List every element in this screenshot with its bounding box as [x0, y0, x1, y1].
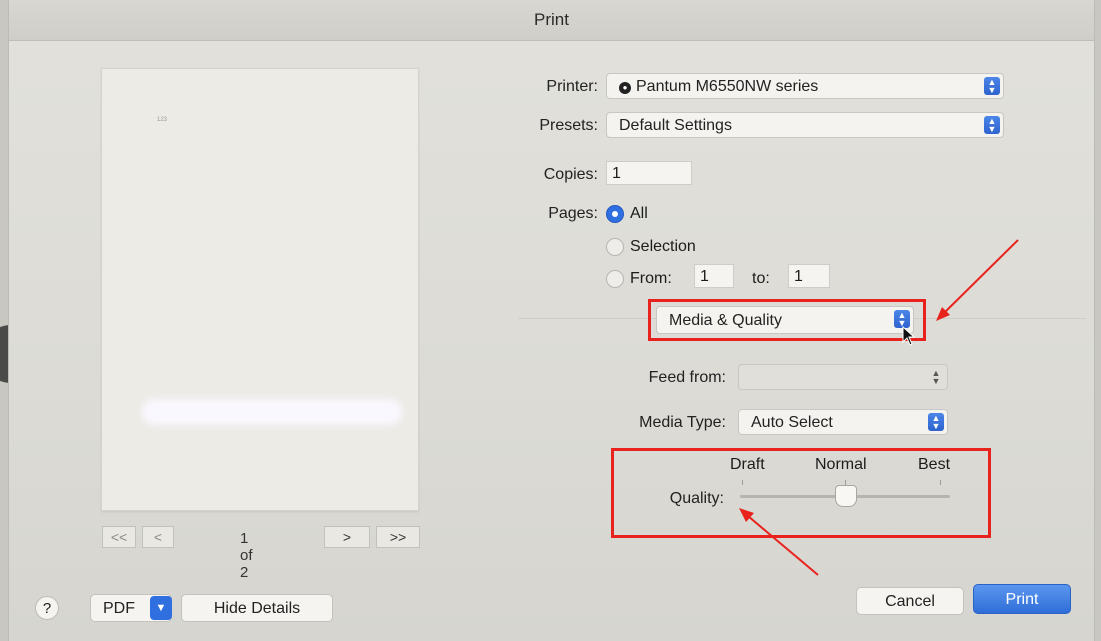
chevron-down-icon: ▼ — [150, 596, 172, 620]
pdf-label: PDF — [103, 600, 135, 617]
cancel-button[interactable]: Cancel — [856, 587, 964, 615]
print-button[interactable]: Print — [973, 584, 1071, 614]
hide-details-button[interactable]: Hide Details — [181, 594, 333, 622]
help-button[interactable]: ? — [35, 596, 59, 620]
annotation-arrows — [739, 239, 1019, 576]
